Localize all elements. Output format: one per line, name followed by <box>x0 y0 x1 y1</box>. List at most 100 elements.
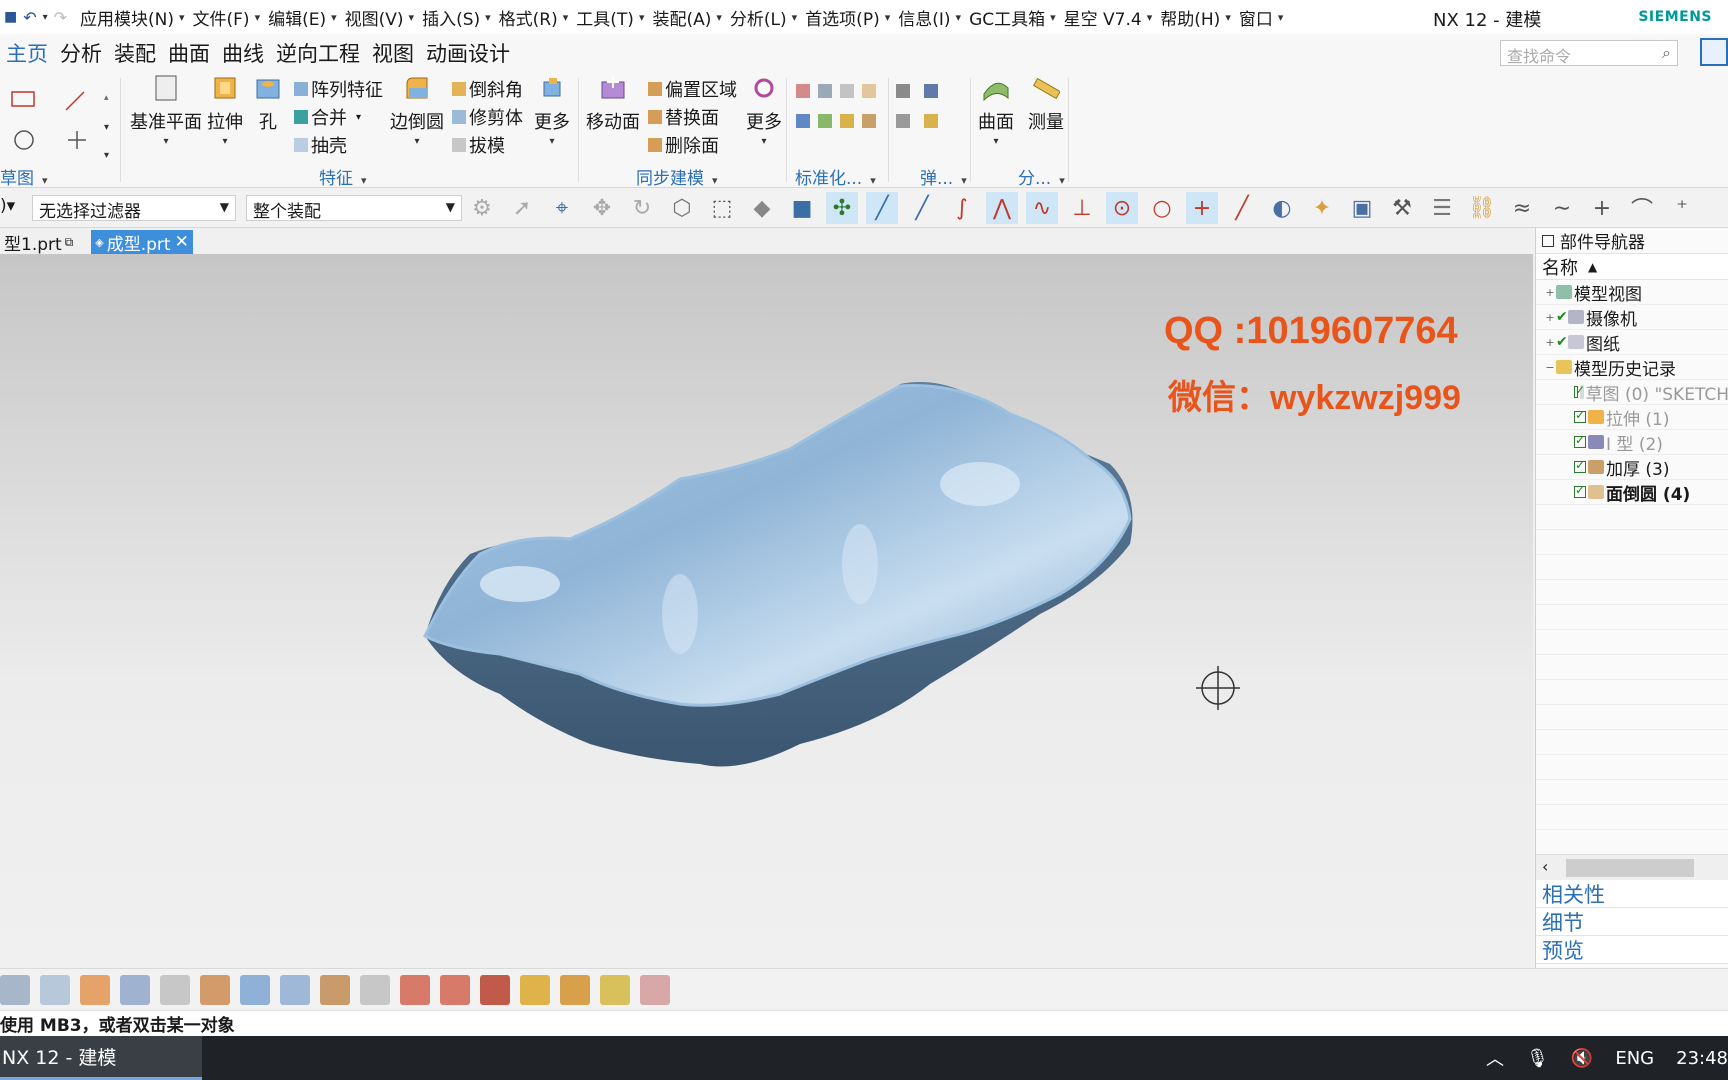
tab-animation-design[interactable]: 动画设计 <box>420 38 516 68</box>
menu-format[interactable]: 格式(R) <box>495 5 573 30</box>
ruled-surface-icon[interactable] <box>200 974 230 1005</box>
type-filter-dropdown[interactable]: )▾ <box>0 196 15 216</box>
surface-button[interactable]: 曲面 ▾ <box>978 74 1014 147</box>
cone-icon[interactable] <box>520 974 550 1005</box>
group-analysis-label[interactable]: 分... <box>1018 164 1065 189</box>
command-search-input[interactable]: 查找命令 ⌕ <box>1500 40 1678 66</box>
layer-icon[interactable]: ☰ <box>1426 192 1458 224</box>
menu-xingkong[interactable]: 星空 V7.4 <box>1060 5 1157 30</box>
menu-gc-toolbox[interactable]: GC工具箱 <box>965 5 1060 30</box>
draft-button[interactable]: 拔模 <box>452 132 505 158</box>
tube-icon[interactable] <box>280 974 310 1005</box>
pattern-feature-button[interactable]: 阵列特征 <box>294 76 383 102</box>
menu-tools[interactable]: 工具(T) <box>572 5 648 30</box>
panel-dependencies[interactable]: 相关性 <box>1536 880 1728 908</box>
measure-snap-icon[interactable]: ⚒ <box>1386 192 1418 224</box>
model-shell-shape[interactable] <box>0 254 1533 968</box>
plus-icon[interactable]: + <box>1586 192 1618 224</box>
wave-icon[interactable]: ≈ <box>1506 192 1538 224</box>
group-sketch-label[interactable]: 草图 <box>0 164 48 189</box>
menu-assembly[interactable]: 装配(A) <box>648 5 725 30</box>
dropdown-icon[interactable]: ▾ <box>43 12 48 23</box>
panel-details[interactable]: 细节 <box>1536 908 1728 936</box>
shell-button[interactable]: 抽壳 <box>294 132 347 158</box>
tree-item-cameras[interactable]: + ✔ 摄像机 <box>1536 305 1728 330</box>
visibility-checkbox[interactable] <box>1574 383 1585 398</box>
file-tab-2[interactable]: ◈ 成型.prt ✕ <box>91 230 193 255</box>
planar-surface-icon[interactable] <box>160 974 190 1005</box>
chamfer-button[interactable]: 倒斜角 <box>452 76 523 102</box>
measure-button[interactable]: 测量 <box>1028 74 1064 134</box>
swept-icon[interactable] <box>120 974 150 1005</box>
tree-item-i-type[interactable]: I 型 (2) <box>1536 430 1728 455</box>
menu-insert[interactable]: 插入(S) <box>418 5 495 30</box>
clock-time[interactable]: 23:48 <box>1676 1048 1728 1069</box>
extrude-button[interactable]: 拉伸 ▾ <box>207 74 243 147</box>
window-toggle-button[interactable] <box>1700 38 1728 66</box>
menu-information[interactable]: 信息(I) <box>894 5 965 30</box>
block-icon[interactable] <box>560 974 590 1005</box>
tab-surface[interactable]: 曲面 <box>162 38 216 68</box>
box-view-icon[interactable]: ■ <box>786 192 818 224</box>
spline-snap-icon[interactable]: ∿ <box>1026 192 1058 224</box>
cylinder-icon[interactable] <box>240 974 270 1005</box>
menu-edit[interactable]: 编辑(E) <box>264 5 341 30</box>
tab-home[interactable]: 主页 <box>0 38 54 68</box>
microphone-icon[interactable]: 🎙 <box>1526 1048 1549 1069</box>
midpoint-snap-icon[interactable]: ∫ <box>946 192 978 224</box>
menu-view[interactable]: 视图(V) <box>341 5 418 30</box>
close-icon[interactable]: ✕ <box>175 232 189 252</box>
filter-icon[interactable]: ⚙ <box>466 192 498 224</box>
group-spring-label[interactable]: 弹... <box>920 164 967 189</box>
select-arrow-icon[interactable]: ➚ <box>506 192 538 224</box>
visibility-checkbox[interactable] <box>1574 458 1586 473</box>
navigator-horizontal-scrollbar[interactable]: ‹ <box>1536 854 1728 880</box>
edge-blend-button[interactable]: 边倒圆 ▾ <box>390 74 444 147</box>
selection-scope-dropdown[interactable]: 整个装配 <box>246 195 462 222</box>
menu-file[interactable]: 文件(F) <box>189 5 265 30</box>
standard-tools-icon[interactable] <box>794 82 884 142</box>
scroll-left-icon[interactable]: ‹ <box>1542 857 1548 876</box>
tree-item-drawings[interactable]: + ✔ 图纸 <box>1536 330 1728 355</box>
panel-preview[interactable]: 预览 <box>1536 936 1728 964</box>
chevron-up-icon[interactable]: ︿ <box>1486 1045 1504 1071</box>
tab-view[interactable]: 视图 <box>366 38 420 68</box>
display-icon[interactable]: ▣ <box>1346 192 1378 224</box>
visibility-checkbox[interactable] <box>1574 408 1586 423</box>
selection-filter-dropdown[interactable]: 无选择过滤器 <box>32 195 236 222</box>
shaded-view-icon[interactable]: ◆ <box>746 192 778 224</box>
delete-face-button[interactable]: 删除面 <box>648 132 719 158</box>
more-sync-button[interactable]: 更多 ▾ <box>746 74 782 147</box>
tree-item-thicken[interactable]: 加厚 (3) <box>1536 455 1728 480</box>
menu-preferences[interactable]: 首选项(P) <box>801 5 894 30</box>
tilde-icon[interactable]: ∼ <box>1546 192 1578 224</box>
extract-face-icon[interactable] <box>640 974 670 1005</box>
bridge-curve-icon[interactable] <box>440 974 470 1005</box>
pin-icon[interactable]: ⧉ <box>65 235 74 250</box>
quadrant-snap-icon[interactable]: ○ <box>1146 192 1178 224</box>
visibility-checkbox[interactable] <box>1574 483 1586 498</box>
navigator-column-header[interactable]: 名称 <box>1536 254 1728 280</box>
line-snap-icon[interactable]: ╱ <box>866 192 898 224</box>
control-point-snap-icon[interactable]: ⋀ <box>986 192 1018 224</box>
tab-analysis[interactable]: 分析 <box>54 38 108 68</box>
unite-button[interactable]: 合并 ▾ <box>294 104 361 130</box>
spring-tools-icon[interactable] <box>894 82 954 142</box>
tab-curve[interactable]: 曲线 <box>216 38 270 68</box>
file-tab-1[interactable]: 型1.prt ⧉ <box>0 230 77 255</box>
endpoint-snap-icon[interactable]: ╱ <box>906 192 938 224</box>
sketch-tools-icon[interactable]: ▴ ▾ ▾ <box>10 82 130 162</box>
rectangle-select-icon[interactable]: ⬚ <box>706 192 738 224</box>
move-handle-icon[interactable]: ✣ <box>826 192 858 224</box>
input-language[interactable]: ENG <box>1615 1048 1654 1069</box>
redo-icon[interactable]: ↷ <box>54 8 67 27</box>
spline-tool-icon[interactable] <box>480 974 510 1005</box>
save-icon[interactable]: ■ <box>4 9 17 25</box>
add-point-icon[interactable]: ⁺ <box>1666 192 1698 224</box>
surface-patch-icon[interactable] <box>40 974 70 1005</box>
taskbar-app-nx[interactable]: NX 12 - 建模 <box>0 1036 202 1080</box>
undo-icon[interactable]: ↶ <box>23 8 36 27</box>
tab-assembly[interactable]: 装配 <box>108 38 162 68</box>
menu-window[interactable]: 窗口 <box>1235 5 1288 30</box>
menu-app-module[interactable]: 应用模块(N) <box>76 5 189 30</box>
